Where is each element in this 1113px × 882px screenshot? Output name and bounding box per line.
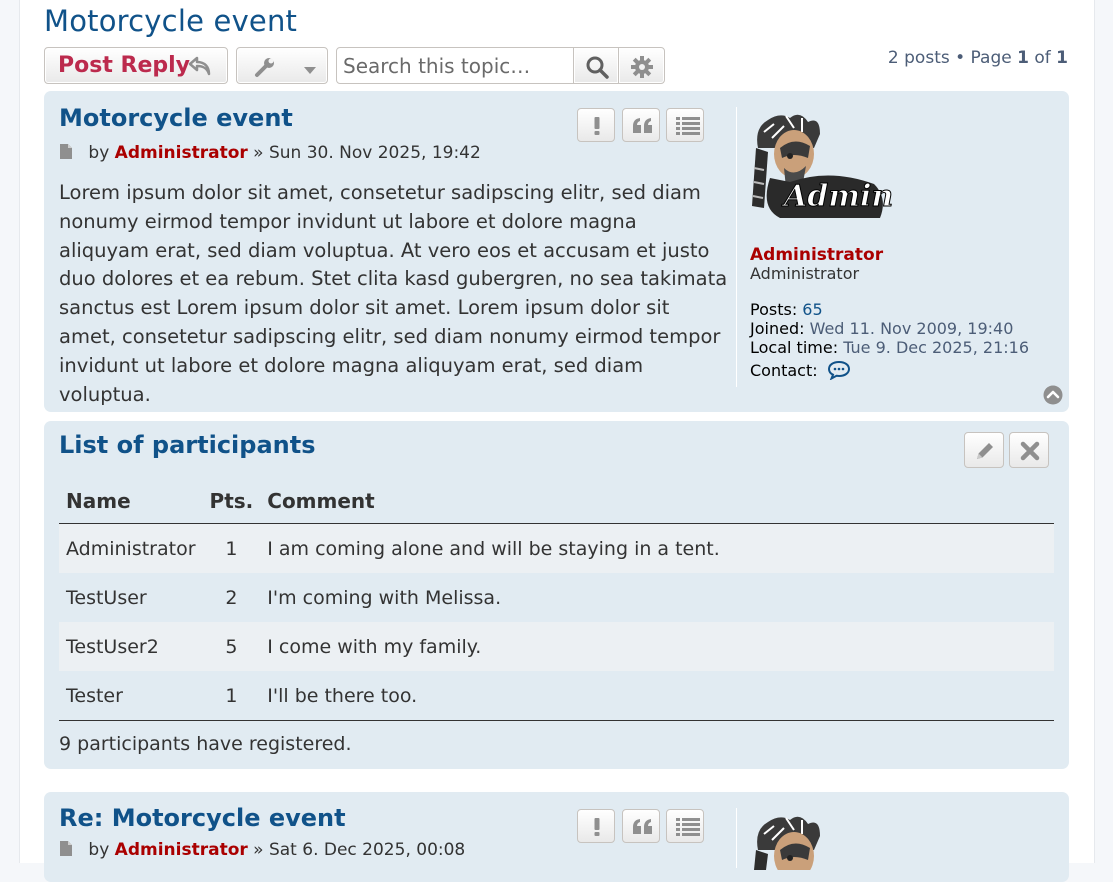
gear-icon — [630, 55, 654, 83]
localtime-value: Tue 9. Dec 2025, 21:16 — [843, 338, 1029, 357]
participant-pts: 2 — [225, 586, 238, 609]
participants-table: Name Pts. Comment Administrator 1 I am c… — [59, 479, 1054, 721]
profile-divider — [736, 107, 737, 387]
post-title[interactable]: Re: Motorcycle event — [59, 804, 346, 832]
participant-name: Administrator — [59, 523, 203, 573]
topic-tools-button[interactable] — [236, 47, 328, 84]
post-reply-label: Post Reply — [58, 53, 190, 78]
post-reply-button[interactable]: Post Reply — [44, 47, 228, 84]
profile-joined: Joined: Wed 11. Nov 2009, 19:40 — [750, 319, 1013, 338]
avatar-label: Admin — [781, 179, 892, 214]
participant-pts: 5 — [202, 622, 261, 671]
quote-button[interactable] — [622, 809, 660, 843]
table-row: Tester 1 I'll be there too. — [59, 671, 1054, 721]
author-link[interactable]: Administrator — [115, 143, 248, 163]
wrench-icon — [254, 56, 276, 82]
table-row: TestUser 2 I'm coming with Melissa. — [59, 573, 1054, 622]
speech-bubble-icon[interactable] — [827, 360, 851, 384]
participant-comment: I come with my family. — [260, 622, 1054, 671]
participant-comment: I'm coming with Melissa. — [267, 586, 502, 609]
pencil-icon — [977, 443, 993, 459]
exclamation-icon — [594, 818, 600, 836]
topic-list-button[interactable] — [666, 809, 704, 843]
reply-icon — [188, 55, 212, 81]
joined-label: Joined: — [750, 319, 805, 338]
participant-comment: I am coming alone and will be staying in… — [260, 523, 1054, 573]
search-icon — [585, 55, 609, 83]
avatar[interactable]: Admin — [750, 108, 894, 226]
profile-divider — [736, 808, 737, 868]
by-label: by — [88, 143, 110, 163]
table-row: Administrator 1 I am coming alone and wi… — [59, 523, 1054, 573]
contact-label: Contact: — [750, 361, 818, 380]
top-arrow-icon[interactable] — [1043, 385, 1063, 409]
header-pts: Pts. — [202, 479, 261, 524]
post-content: Lorem ipsum dolor sit amet, consetetur s… — [59, 181, 728, 406]
list-icon — [676, 117, 700, 135]
header-comment: Comment — [260, 479, 1054, 524]
localtime-label: Local time: — [750, 338, 839, 357]
post-author-line: by Administrator » Sat 6. Dec 2025, 00:0… — [59, 840, 465, 862]
participant-name: Tester — [59, 671, 203, 721]
page-title[interactable]: Motorcycle event — [44, 4, 297, 38]
document-icon — [59, 143, 73, 165]
avatar[interactable] — [750, 810, 892, 880]
exclamation-icon — [594, 117, 600, 135]
profile-contact: Contact: — [750, 360, 851, 384]
topic-list-button[interactable] — [666, 108, 704, 142]
list-icon — [676, 818, 700, 836]
quote-button[interactable] — [622, 108, 660, 142]
search-button[interactable] — [573, 47, 619, 84]
quote-icon — [633, 118, 652, 133]
current-page: 1 — [1017, 48, 1029, 68]
quote-icon — [633, 819, 652, 834]
participant-pts: 1 — [202, 523, 261, 573]
profile-rank: Administrator — [750, 264, 860, 283]
author-link[interactable]: Administrator — [115, 840, 248, 860]
pagination: 2 posts • Page 1 of 1 — [888, 48, 1068, 68]
table-header-row: Name Pts. Comment — [59, 479, 1054, 524]
posts-count-link[interactable]: 65 — [802, 300, 822, 319]
by-label: by — [88, 840, 110, 860]
table-row: TestUser2 5 I come with my family. — [59, 622, 1054, 671]
post-author-line: by Administrator » Sun 30. Nov 2025, 19:… — [59, 143, 481, 165]
post-date: » Sun 30. Nov 2025, 19:42 — [253, 143, 481, 163]
report-button[interactable] — [577, 809, 615, 843]
edit-participation-button[interactable] — [964, 432, 1004, 468]
participants-summary: 9 participants have registered. — [59, 733, 352, 755]
remove-participation-button[interactable] — [1009, 432, 1049, 468]
total-pages: 1 — [1056, 48, 1068, 68]
close-icon — [1020, 441, 1040, 461]
posts-count: 2 posts • Page — [887, 48, 1012, 68]
search-topic-input[interactable] — [336, 47, 574, 84]
advanced-search-button[interactable] — [618, 47, 665, 84]
participant-comment: I'll be there too. — [260, 671, 1054, 721]
caret-down-icon — [303, 61, 317, 80]
posts-label: Posts: — [750, 300, 798, 319]
document-icon — [59, 840, 73, 862]
of-label: of — [1034, 48, 1051, 68]
participant-pts: 1 — [202, 671, 261, 721]
post-title[interactable]: Motorcycle event — [59, 104, 293, 132]
participant-name: TestUser — [66, 586, 147, 609]
header-name: Name — [59, 479, 203, 524]
participants-title: List of participants — [59, 431, 316, 459]
report-button[interactable] — [577, 108, 615, 142]
joined-value: Wed 11. Nov 2009, 19:40 — [809, 319, 1014, 338]
participants-panel: List of participants Name Pts. Comment A… — [44, 421, 1069, 769]
profile-posts: Posts: 65 — [750, 300, 823, 319]
post-panel: Motorcycle event by Administrator » Sun … — [44, 91, 1069, 412]
post-date: » Sat 6. Dec 2025, 00:08 — [253, 840, 466, 860]
profile-username[interactable]: Administrator — [750, 245, 883, 265]
participant-name: TestUser2 — [59, 622, 203, 671]
post-panel: Re: Motorcycle event by Administrator » … — [44, 792, 1069, 882]
profile-localtime: Local time: Tue 9. Dec 2025, 21:16 — [750, 338, 1029, 357]
